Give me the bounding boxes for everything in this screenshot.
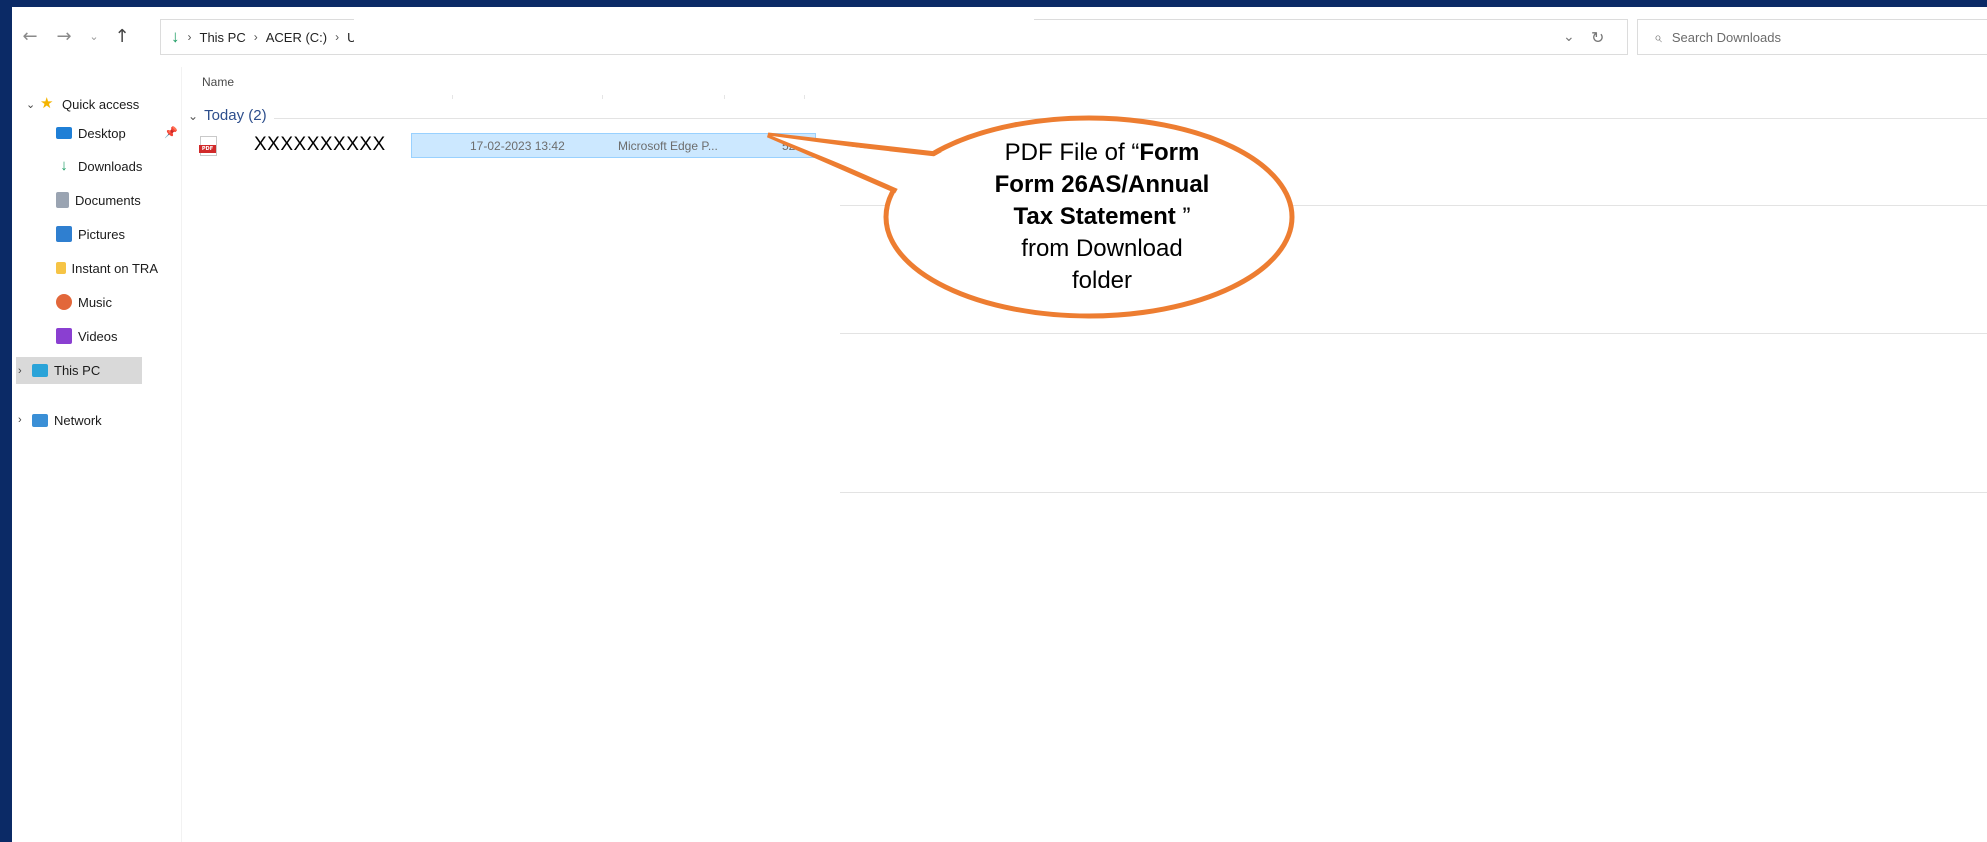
explorer-window: ← → ⌄ ↑ ↓ › This PC › ACER (C:) › U ⌄ ↻ … [0,0,1987,842]
callout-bubble [766,115,1295,319]
callout-text: PDF File of “Form Form 26AS/Annual Tax S… [994,139,1210,294]
